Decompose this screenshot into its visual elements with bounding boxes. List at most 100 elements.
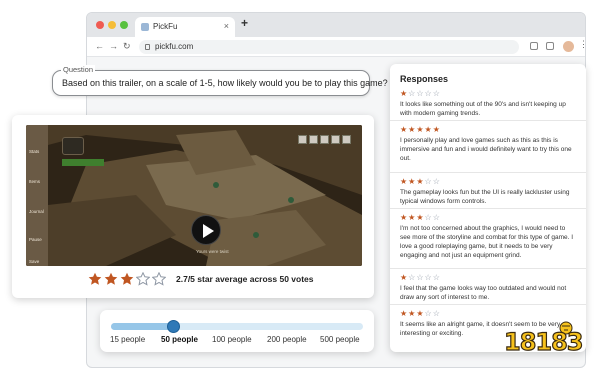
reload-icon[interactable]: ↻	[123, 41, 131, 52]
star-icon: ★	[416, 213, 424, 222]
star-icon: ☆	[424, 273, 432, 282]
star-icon: ★	[408, 213, 416, 222]
tab-title: PickFu	[153, 22, 178, 31]
audience-options: 15 people 50 people 100 people 200 peopl…	[100, 335, 374, 347]
response-item: ★ ☆ ☆ ☆ ☆ I feel that the game looks way too…	[400, 274, 576, 302]
slider-fill	[111, 323, 174, 330]
video-card: Stats Items Journal Pause Save Yours wer…	[12, 115, 374, 298]
audience-option[interactable]: 100 people	[212, 335, 252, 344]
responses-panel: Responses ★ ☆ ☆ ☆ ☆ It looks like something …	[390, 64, 586, 352]
response-stars: ★ ☆ ☆ ☆ ☆	[400, 274, 576, 282]
star-icon: ☆	[432, 177, 440, 186]
question-text: Based on this trailer, on a scale of 1-5…	[62, 78, 388, 88]
star-icon: ★	[416, 125, 424, 134]
audience-option[interactable]: 50 people	[161, 335, 198, 344]
watermark-text: 18183	[503, 327, 584, 356]
close-tab-icon[interactable]: ×	[224, 21, 229, 31]
health-bar	[62, 159, 104, 166]
response-stars: ★ ★ ★ ☆ ☆	[400, 214, 576, 222]
star-icon: ☆	[416, 273, 424, 282]
side-menu-item: Pause	[29, 237, 42, 242]
watermark-logo: 18183	[503, 320, 584, 360]
star-icon: ★	[408, 177, 416, 186]
star-icon: ★	[408, 125, 416, 134]
side-menu-item: Journal	[29, 209, 44, 214]
slider-handle[interactable]	[167, 320, 180, 333]
response-item: ★ ☆ ☆ ☆ ☆ It looks like something out of the…	[400, 90, 576, 118]
bookmark-icon[interactable]	[546, 42, 554, 50]
menu-icon[interactable]: ⋮	[579, 39, 585, 50]
rating-summary: 2.7/5 star average across 50 votes	[176, 274, 314, 284]
star-icon: ☆	[424, 89, 432, 98]
side-menu-item: Save	[29, 259, 40, 264]
maximize-window-button[interactable]	[120, 21, 128, 29]
star-icon: ★	[400, 273, 408, 282]
audience-option[interactable]: 200 people	[267, 335, 307, 344]
star-rating	[88, 272, 168, 286]
audience-option[interactable]: 500 people	[320, 335, 360, 344]
close-window-button[interactable]	[96, 21, 104, 29]
response-text: I personally play and love games such as…	[400, 137, 572, 162]
tab-bar: PickFu × +	[87, 13, 585, 37]
address-bar[interactable]: pickfu.com	[139, 40, 519, 54]
star-icon: ☆	[424, 177, 432, 186]
response-text: I'm not too concerned about the graphics…	[400, 225, 574, 259]
star-icon	[152, 272, 166, 286]
star-icon: ☆	[424, 213, 432, 222]
response-stars: ★ ★ ★ ★ ★	[400, 126, 576, 134]
avatar[interactable]	[563, 41, 574, 52]
star-icon: ☆	[424, 309, 432, 318]
response-stars: ★ ★ ★ ☆ ☆	[400, 178, 576, 186]
new-tab-icon[interactable]: +	[241, 16, 248, 30]
divider	[390, 172, 586, 173]
response-item: ★ ★ ★ ☆ ☆ I'm not too concerned about the gr…	[400, 214, 576, 260]
star-icon: ★	[400, 213, 408, 222]
star-icon: ☆	[432, 213, 440, 222]
minimize-window-button[interactable]	[108, 21, 116, 29]
response-stars: ★ ☆ ☆ ☆ ☆	[400, 90, 576, 98]
side-menu-item: Stats	[29, 149, 40, 154]
audience-slider-card: 15 people 50 people 100 people 200 peopl…	[100, 310, 374, 352]
trailer-video[interactable]: Stats Items Journal Pause Save Yours wer…	[26, 125, 362, 266]
response-text: I feel that the game looks way too outda…	[400, 285, 567, 301]
star-icon: ★	[400, 177, 408, 186]
forward-icon[interactable]: →	[109, 41, 118, 51]
responses-title: Responses	[400, 74, 449, 84]
star-icon: ☆	[408, 89, 416, 98]
star-icon	[104, 272, 118, 285]
game-toolbar	[298, 135, 354, 144]
star-icon	[120, 272, 134, 285]
divider	[390, 304, 586, 305]
favicon-icon	[141, 23, 149, 31]
audience-option[interactable]: 15 people	[110, 335, 145, 344]
share-icon[interactable]	[530, 42, 538, 50]
play-icon[interactable]	[191, 215, 221, 245]
browser-tab[interactable]: PickFu ×	[135, 17, 235, 37]
video-caption: Yours were twist	[196, 249, 229, 254]
star-icon: ☆	[432, 273, 440, 282]
question-label: Question	[61, 65, 96, 74]
lock-icon	[145, 44, 150, 50]
side-menu-item: Items	[29, 179, 41, 184]
star-icon: ★	[424, 125, 432, 134]
star-icon: ★	[400, 309, 408, 318]
star-icon: ☆	[416, 89, 424, 98]
star-icon: ★	[416, 177, 424, 186]
game-side-menu: Stats Items Journal Pause Save	[26, 125, 48, 266]
response-stars: ★ ★ ★ ☆ ☆	[400, 310, 576, 318]
response-text: The gameplay looks fun but the UI is rea…	[400, 189, 570, 205]
address-row: ← → ↻ pickfu.com ⋮	[87, 37, 585, 57]
divider	[390, 268, 586, 269]
response-item: ★ ★ ★ ☆ ☆ The gameplay looks fun but the UI …	[400, 178, 576, 206]
star-icon: ☆	[432, 309, 440, 318]
star-icon: ★	[408, 309, 416, 318]
back-icon[interactable]: ←	[95, 41, 104, 51]
star-icon	[136, 272, 150, 286]
star-icon: ☆	[408, 273, 416, 282]
star-icon: ★	[400, 125, 408, 134]
response-text: It looks like something out of the 90's …	[400, 101, 566, 117]
url-text: pickfu.com	[155, 42, 194, 51]
divider	[390, 120, 586, 121]
character-portrait	[62, 137, 84, 155]
star-icon: ★	[432, 125, 440, 134]
